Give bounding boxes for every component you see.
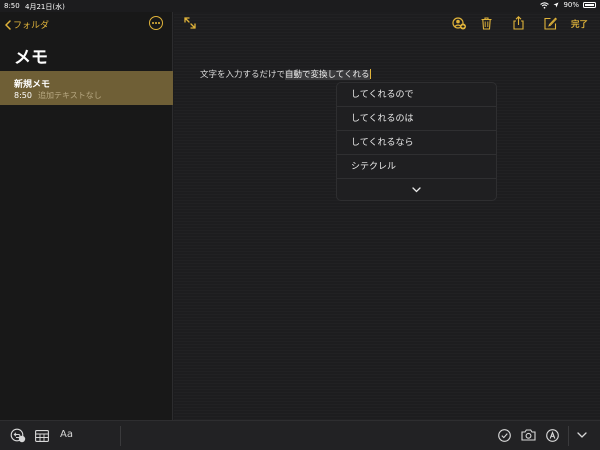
camera-icon[interactable] (521, 429, 536, 441)
compose-icon[interactable] (544, 17, 557, 30)
bar-divider (120, 426, 121, 446)
chevron-down-icon (412, 187, 421, 193)
candidate-item[interactable]: してくれるなら (337, 131, 496, 155)
checklist-icon[interactable] (498, 429, 511, 442)
note-list-item[interactable]: 新規メモ 8:50 追加テキストなし (0, 71, 173, 105)
text-caret (369, 69, 371, 79)
done-button[interactable]: 完了 (571, 18, 588, 30)
battery-icon (583, 2, 596, 8)
wifi-icon (540, 1, 550, 9)
notes-sidebar: フォルダ メモ 新規メモ 8:50 追加テキストなし (0, 12, 173, 420)
note-time: 8:50 (14, 91, 32, 100)
add-people-icon[interactable] (452, 17, 466, 30)
keyboard-shortcut-bar: Aa (0, 420, 600, 450)
back-to-folders-button[interactable]: フォルダ (5, 18, 49, 31)
share-icon[interactable] (513, 16, 524, 30)
hide-keyboard-chevron-icon[interactable] (577, 432, 587, 439)
more-options-button[interactable] (149, 16, 163, 30)
location-icon (553, 2, 559, 8)
candidate-item[interactable]: してくれるのは (337, 107, 496, 131)
expand-candidates-button[interactable] (337, 179, 496, 200)
status-right: 90% (540, 1, 596, 9)
back-label: フォルダ (13, 21, 50, 31)
conversion-candidates-popup: してくれるので してくれるのは してくれるなら シテクレル (336, 82, 497, 201)
note-preview: 追加テキストなし (37, 91, 102, 100)
note-body-text[interactable]: 文字を入力するだけで自動で変換してくれる (200, 68, 371, 80)
expand-icon[interactable] (184, 17, 196, 29)
note-title: 新規メモ (14, 80, 51, 90)
markup-pen-icon[interactable] (546, 429, 559, 442)
note-subtitle: 8:50 追加テキストなし (14, 90, 102, 101)
dot (155, 22, 157, 24)
marked-text: 自動で変換してくれる (285, 70, 370, 80)
dot (151, 22, 154, 24)
sidebar-title: メモ (14, 48, 48, 68)
bar-divider (568, 426, 569, 446)
note-editor[interactable]: 完了 文字を入力するだけで自動で変換してくれる してくれるので してくれるのは … (174, 12, 600, 420)
status-bar: 8:50 4月21日(水) 90% (0, 0, 600, 12)
text-format-button[interactable]: Aa (60, 429, 73, 440)
battery-percent: 90% (563, 1, 579, 9)
status-date: 4月21日(水) (25, 3, 65, 11)
status-time: 8:50 (4, 2, 20, 10)
confirmed-text: 文字を入力するだけで (200, 70, 286, 80)
table-icon[interactable] (35, 430, 49, 442)
undo-redo-icon[interactable] (10, 428, 26, 443)
trash-icon[interactable] (481, 17, 492, 30)
dot (158, 22, 161, 24)
candidate-item[interactable]: シテクレル (337, 155, 496, 179)
battery-level (585, 4, 594, 6)
chevron-left-icon (5, 19, 11, 30)
candidate-item[interactable]: してくれるので (337, 83, 496, 107)
